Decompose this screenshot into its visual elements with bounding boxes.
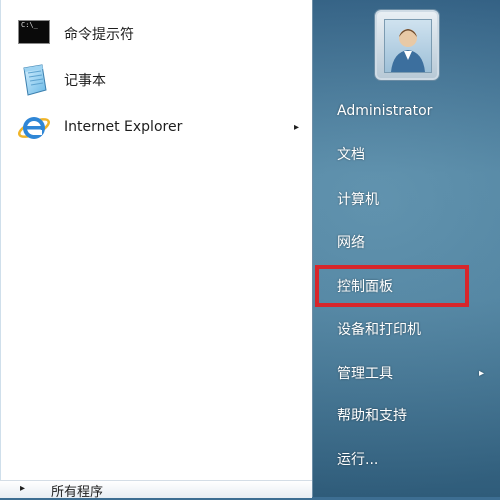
right-item-run[interactable]: 运行... bbox=[337, 449, 487, 471]
right-item-label: 帮助和支持 bbox=[337, 408, 407, 424]
chevron-right-icon[interactable]: ▸ bbox=[294, 122, 299, 133]
right-item-network[interactable]: 网络 bbox=[337, 232, 487, 254]
pinned-item-label: Internet Explorer bbox=[64, 119, 183, 135]
start-menu-left-pane: C:\_ 命令提示符 记事本 Internet Explorer ▸ ▸ 所有程… bbox=[0, 0, 313, 500]
right-item-label: 管理工具 bbox=[337, 366, 393, 382]
pinned-item-notepad[interactable]: 记事本 bbox=[10, 61, 305, 99]
right-item-label: 文档 bbox=[337, 147, 365, 163]
pinned-item-label: 命令提示符 bbox=[64, 27, 134, 43]
chevron-right-icon: ▸ bbox=[20, 483, 26, 494]
command-prompt-icon: C:\_ bbox=[16, 16, 52, 52]
notepad-icon bbox=[16, 62, 52, 98]
pinned-item-command-prompt[interactable]: C:\_ 命令提示符 bbox=[10, 15, 305, 53]
user-avatar-icon bbox=[384, 19, 432, 73]
pinned-item-label: 记事本 bbox=[64, 73, 106, 89]
chevron-right-icon: ▸ bbox=[478, 368, 484, 379]
right-item-help-support[interactable]: 帮助和支持 bbox=[337, 405, 487, 427]
right-item-label: 运行... bbox=[337, 452, 379, 468]
all-programs-label: 所有程序 bbox=[51, 485, 104, 500]
right-item-administrator[interactable]: Administrator bbox=[337, 100, 487, 122]
right-item-computer[interactable]: 计算机 bbox=[337, 189, 487, 211]
internet-explorer-icon bbox=[16, 109, 52, 145]
user-picture[interactable] bbox=[375, 10, 439, 80]
right-item-admin-tools[interactable]: 管理工具 ▸ bbox=[337, 363, 487, 385]
right-item-devices-printers[interactable]: 设备和打印机 bbox=[337, 319, 487, 341]
highlight-box bbox=[315, 265, 469, 307]
command-prompt-icon-text: C:\_ bbox=[18, 20, 50, 44]
right-item-label: 设备和打印机 bbox=[337, 322, 421, 338]
right-item-documents[interactable]: 文档 bbox=[337, 144, 487, 166]
pinned-item-internet-explorer[interactable]: Internet Explorer ▸ bbox=[10, 108, 305, 146]
right-item-label: 计算机 bbox=[337, 192, 379, 208]
right-item-label: 网络 bbox=[337, 235, 365, 251]
all-programs-button[interactable]: ▸ 所有程序 bbox=[0, 480, 312, 500]
right-item-label: Administrator bbox=[337, 103, 433, 119]
